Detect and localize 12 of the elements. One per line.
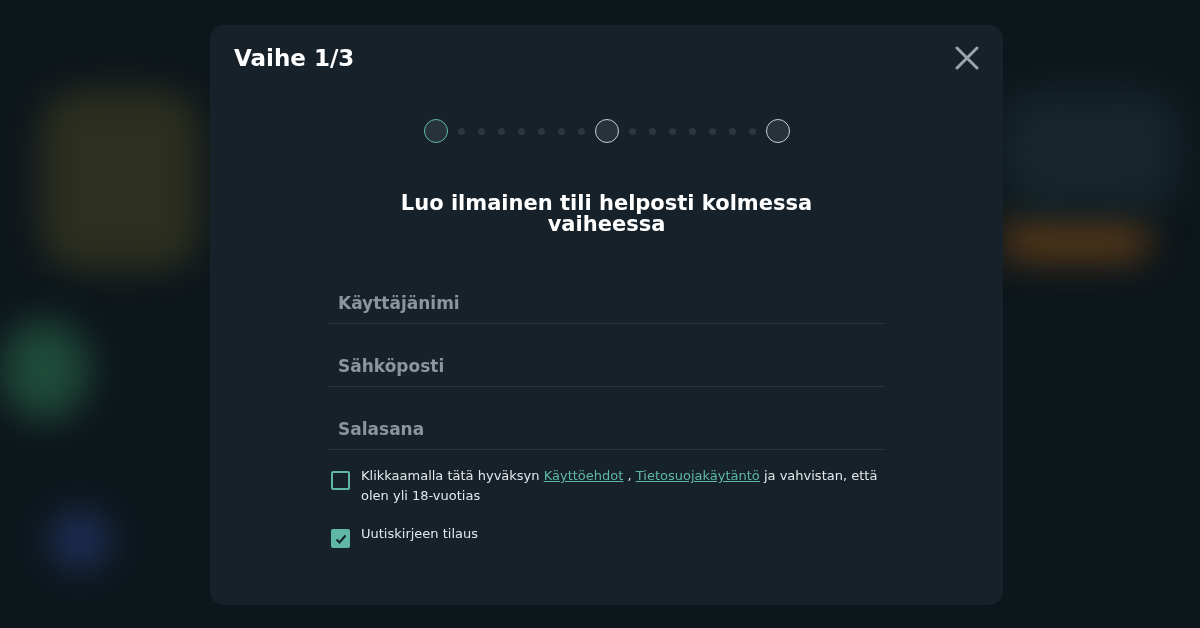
input-field[interactable]: Käyttäjänimi: [328, 283, 885, 324]
input-field[interactable]: Salasana: [328, 409, 885, 450]
close-icon[interactable]: [955, 46, 979, 70]
link[interactable]: Tietosuojakäytäntö: [635, 468, 760, 483]
checkbox[interactable]: [331, 471, 350, 490]
dialog-heading: Luo ilmainen tili helposti kolmessa vaiheessa: [399, 193, 814, 235]
checkbox[interactable]: [331, 529, 350, 548]
link[interactable]: Käyttöehdot: [543, 468, 624, 483]
checkbox-label: Klikkaamalla tätä hyväksyn Käyttöehdot , Tietosuojakäytäntö ja vahvistan, että olen yli 18-vuotias: [361, 467, 879, 505]
checkbox-label: Uutiskirjeen tilaus: [361, 525, 479, 543]
input-field[interactable]: Sähköposti: [328, 346, 885, 387]
dialog-title: Vaihe 1/3: [234, 45, 355, 71]
